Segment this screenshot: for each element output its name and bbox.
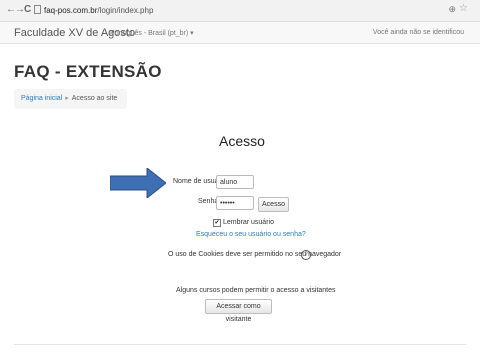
password-input[interactable]: •••••• [216, 196, 254, 210]
remember-username-checkbox[interactable]: ✔ [213, 219, 221, 227]
site-navbar: Faculdade XV de Agosto Português - Brasi… [0, 22, 480, 44]
breadcrumb-home-link[interactable]: Página inicial [21, 95, 62, 102]
breadcrumb-current: Acesso ao site [71, 95, 118, 102]
login-heading: Acesso [219, 133, 265, 149]
address-bar[interactable]: faq-pos.com.br/login/index.php [34, 5, 153, 15]
url-domain: faq-pos.com.br [44, 6, 98, 15]
reload-icon[interactable]: C [24, 4, 31, 16]
guest-access-notice: Alguns cursos podem permitir o acesso a … [176, 287, 336, 294]
breadcrumb-separator-icon: ▸ [65, 95, 69, 102]
page-title: FAQ - EXTENSÃO [14, 62, 162, 81]
language-selector[interactable]: Português - Brasil (pt_br) ▾ [110, 29, 194, 37]
username-input[interactable]: aluno [216, 175, 254, 189]
footer-divider [14, 344, 466, 345]
cookies-notice: O uso de Cookies deve ser permitido no s… [168, 251, 342, 258]
breadcrumb: Página inicial ▸ Acesso ao site [14, 89, 127, 109]
bookmark-star-icon[interactable]: ☆ [459, 3, 468, 14]
annotation-arrow-icon [110, 168, 166, 198]
browser-toolbar: ← → C faq-pos.com.br/login/index.php ⊕ ☆ [0, 0, 480, 22]
help-icon[interactable]: ? [301, 250, 311, 260]
url-path: /login/index.php [97, 6, 154, 15]
forgot-credentials-link[interactable]: Esqueceu o seu usuário ou senha? [196, 231, 306, 238]
login-submit-button[interactable]: Acesso [258, 197, 289, 212]
page-icon [34, 5, 41, 14]
login-status: Você ainda não se identificou [372, 29, 464, 36]
zoom-icon[interactable]: ⊕ [448, 4, 456, 15]
guest-login-button[interactable]: Acessar como visitante [205, 299, 272, 323]
remember-username-label: Lembrar usuário [223, 219, 274, 226]
